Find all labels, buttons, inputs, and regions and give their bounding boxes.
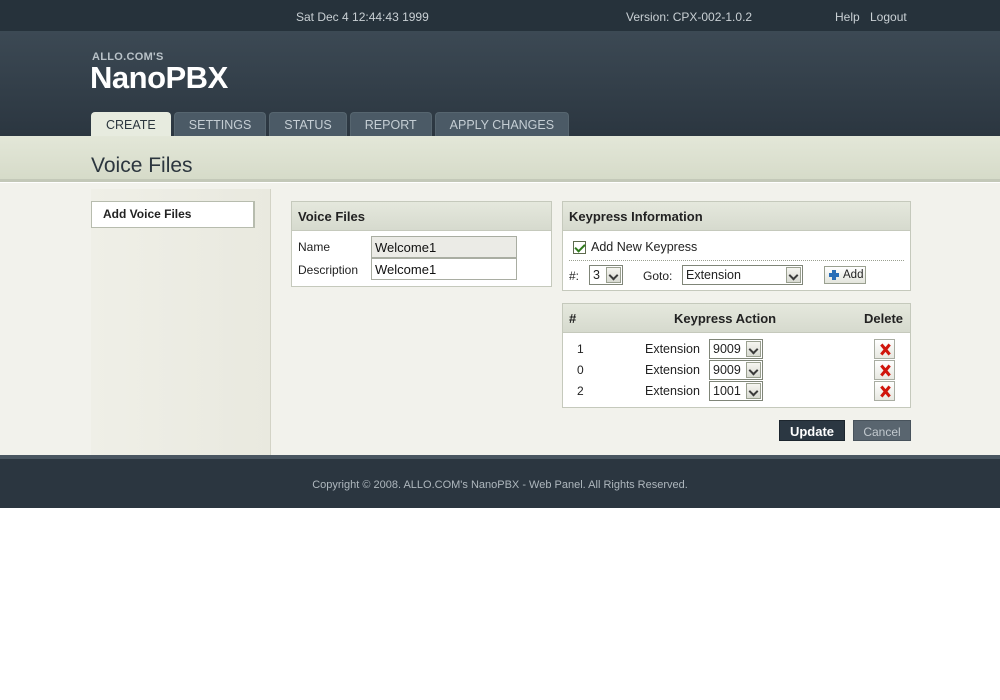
add-button-label: Add [843,269,864,281]
row-extension-select[interactable]: 1001 [709,381,763,401]
row-extension-value: 9009 [713,342,741,356]
description-field[interactable] [371,258,517,280]
chevron-down-icon [746,362,761,378]
keypress-number-select[interactable]: 3 [589,265,623,285]
goto-label: Goto: [643,269,673,283]
plus-icon [829,270,839,280]
row-extension-value: 9009 [713,363,741,377]
update-button[interactable]: Update [779,420,845,441]
top-bar: Sat Dec 4 12:44:43 1999 Version: CPX-002… [0,0,1000,32]
add-new-keypress-checkbox[interactable] [573,241,586,254]
hash-label: #: [569,269,580,283]
keypress-number-value: 3 [593,268,600,282]
table-row: 1 Extension 9009 [563,339,912,360]
datetime-text: Sat Dec 4 12:44:43 1999 [296,10,429,24]
tab-create[interactable]: CREATE [91,112,171,136]
column-header-action: Keypress Action [674,311,777,326]
help-link[interactable]: Help [835,10,860,24]
tab-report[interactable]: REPORT [349,112,432,136]
delete-x-icon[interactable] [874,339,895,359]
delete-x-icon[interactable] [874,381,895,401]
voice-files-panel-title: Voice Files [292,202,551,231]
row-extension-value: 1001 [713,384,741,398]
logout-link[interactable]: Logout [870,10,907,24]
chevron-down-icon [606,267,621,283]
row-type: Extension [645,384,700,398]
sidebar: Add Voice Files [91,189,271,455]
row-key: 2 [577,384,584,398]
page-title: Voice Files [91,154,193,177]
description-label: Description [298,263,359,277]
goto-value: Extension [686,268,741,282]
footer: Copyright © 2008. ALLO.COM's NanoPBX - W… [0,455,1000,508]
table-row: 2 Extension 1001 [563,381,912,402]
keypress-table-header: # Keypress Action Delete [563,304,910,333]
tab-status[interactable]: STATUS [269,112,347,136]
brand-logo: NanoPBX [90,60,228,95]
chevron-down-icon [746,341,761,357]
row-type: Extension [645,342,700,356]
keypress-table: # Keypress Action Delete 1 Extension 900… [562,303,911,408]
content-area: Add Voice Files Voice Files Name Descrip… [0,183,1000,455]
delete-x-icon[interactable] [874,360,895,380]
page-title-band: Voice Files [0,136,1000,182]
add-keypress-button[interactable]: Add [824,266,866,284]
add-new-keypress-label: Add New Keypress [591,240,698,254]
row-extension-select[interactable]: 9009 [709,360,763,380]
header: ALLO.COM'S NanoPBX CREATE SETTINGS STATU… [0,32,1000,136]
keypress-info-panel-title: Keypress Information [563,202,910,231]
row-key: 0 [577,363,584,377]
column-header-delete: Delete [864,311,904,326]
sidebar-item-add-voice-files[interactable]: Add Voice Files [91,201,255,228]
row-type: Extension [645,363,700,377]
tab-apply-changes[interactable]: APPLY CHANGES [434,112,570,136]
version-text: Version: CPX-002-1.0.2 [626,10,753,24]
table-row: 0 Extension 9009 [563,360,912,381]
chevron-down-icon [786,267,801,283]
copyright-text: Copyright © 2008. ALLO.COM's NanoPBX - W… [312,479,688,491]
main-tabs: CREATE SETTINGS STATUS REPORT APPLY CHAN… [91,112,572,136]
column-header-hash: # [569,311,577,326]
row-key: 1 [577,342,584,356]
cancel-button[interactable]: Cancel [853,420,911,441]
goto-select[interactable]: Extension [682,265,803,285]
tab-settings[interactable]: SETTINGS [173,112,267,136]
row-extension-select[interactable]: 9009 [709,339,763,359]
divider [569,260,904,261]
chevron-down-icon [746,383,761,399]
keypress-info-panel: Keypress Information Add New Keypress #:… [562,201,911,291]
name-label: Name [298,240,331,254]
voice-files-panel: Voice Files Name Description [291,201,552,287]
name-field[interactable] [371,236,517,258]
